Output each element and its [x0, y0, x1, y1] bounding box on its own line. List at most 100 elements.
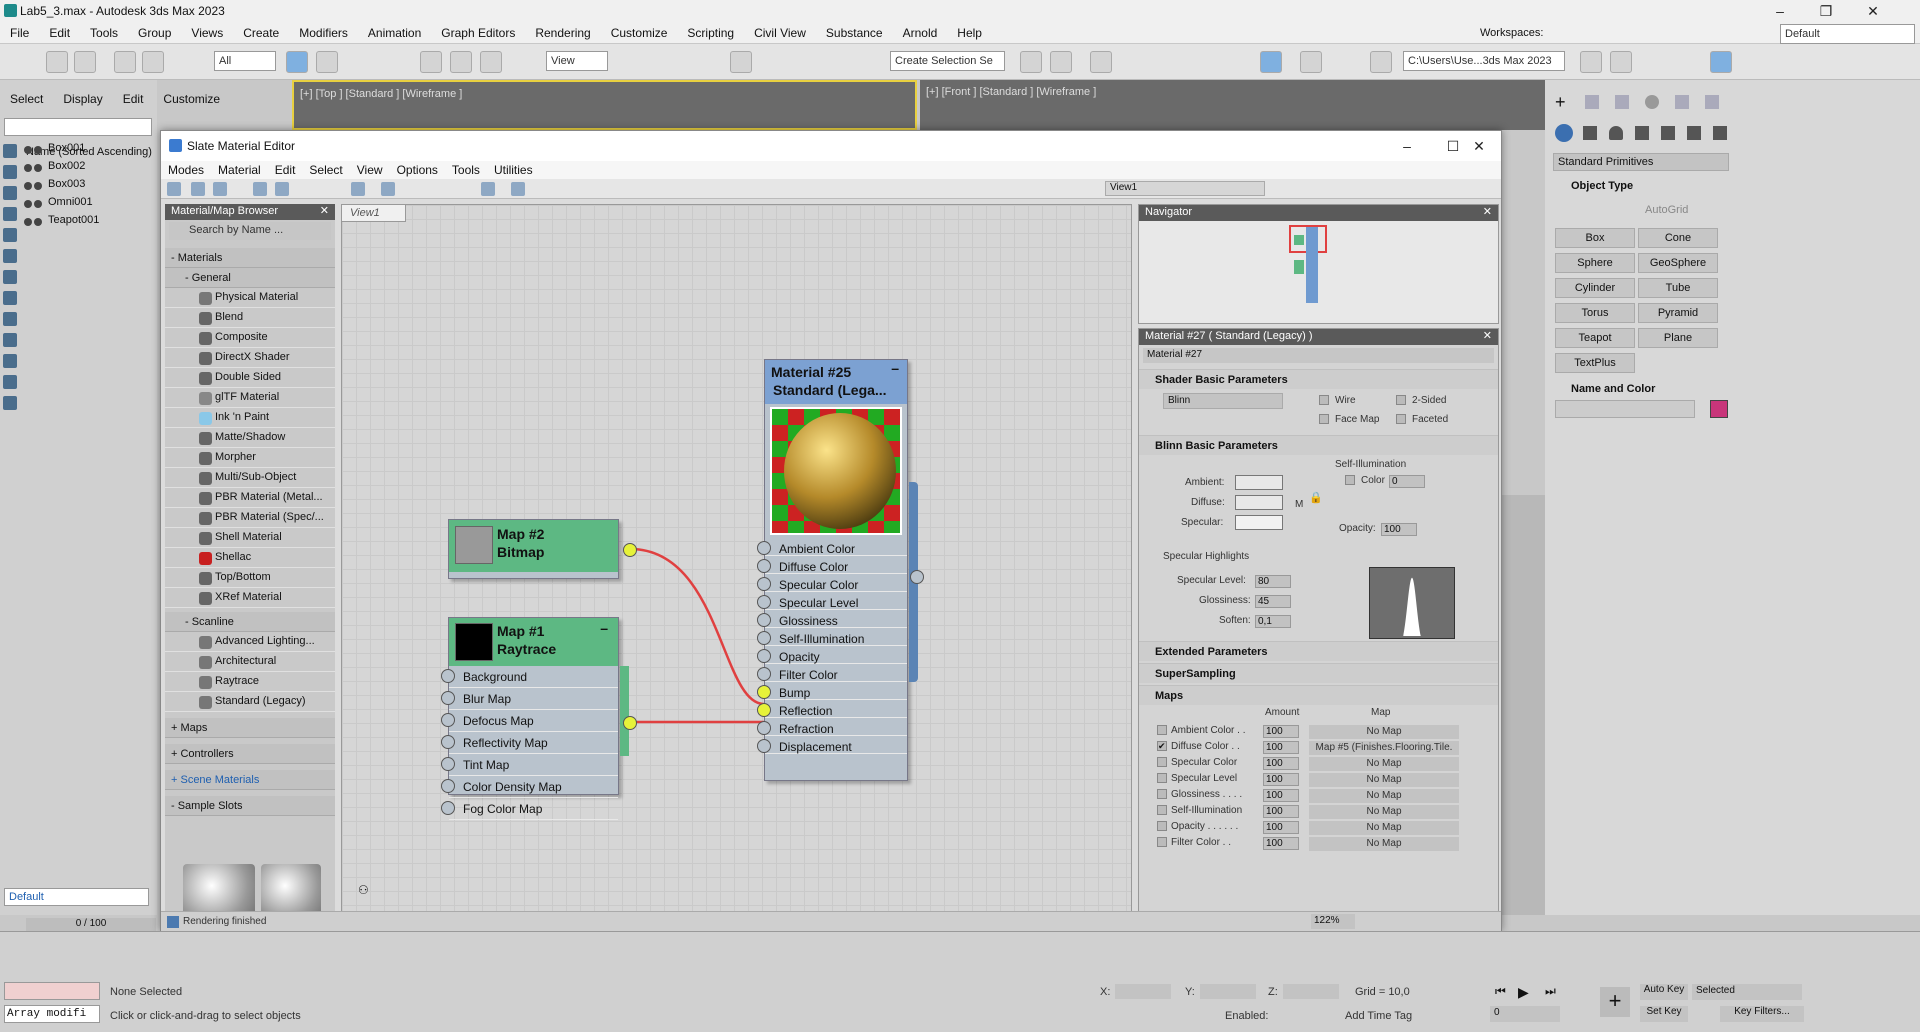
map-slot-button[interactable]: No Map	[1309, 805, 1459, 819]
visibility-icon[interactable]	[24, 182, 32, 190]
input-socket[interactable]	[757, 595, 771, 609]
menu-file[interactable]: File	[0, 24, 39, 42]
material-type-item[interactable]: Matte/Shadow	[165, 428, 335, 448]
node-input-slot[interactable]: Filter Color	[757, 664, 907, 682]
shader-select[interactable]: Blinn	[1163, 393, 1283, 409]
node-material25-header[interactable]: Material #25 Standard (Lega... –	[765, 360, 907, 404]
node-input-slot[interactable]: Self-Illumination	[757, 628, 907, 646]
node-input-slot[interactable]: Diffuse Color	[757, 556, 907, 574]
material-type-item[interactable]: XRef Material	[165, 588, 335, 608]
layer-field[interactable]: Default	[4, 888, 149, 906]
material-type-item[interactable]: PBR Material (Spec/...	[165, 508, 335, 528]
menu-animation[interactable]: Animation	[358, 24, 431, 42]
node-input-slot[interactable]: Specular Level	[757, 592, 907, 610]
select-tool-icon[interactable]	[167, 182, 181, 196]
material-type-item[interactable]: Advanced Lighting...	[165, 632, 335, 652]
general-section[interactable]: - General	[165, 268, 335, 288]
face-map-checkbox[interactable]	[1319, 414, 1329, 424]
freeze-icon[interactable]	[34, 146, 42, 154]
align-icon[interactable]	[1050, 51, 1072, 73]
diffuse-map-button[interactable]: M	[1295, 499, 1303, 510]
sme-menu-select[interactable]: Select	[302, 161, 349, 179]
name-color-title[interactable]: Name and Color	[1571, 383, 1655, 395]
viewport-layout-icon[interactable]	[1710, 51, 1732, 73]
material-type-item[interactable]: Shellac	[165, 548, 335, 568]
input-socket[interactable]	[441, 669, 455, 683]
menu-edit[interactable]: Edit	[39, 24, 80, 42]
material25-collapse-icon[interactable]: –	[891, 360, 899, 376]
tab-display[interactable]: Display	[53, 80, 112, 110]
node-map1-header[interactable]: Map #1 Raytrace –	[449, 618, 618, 666]
container-icon[interactable]	[3, 354, 17, 368]
map-slot-button[interactable]: No Map	[1309, 821, 1459, 835]
shape-icon[interactable]	[3, 186, 17, 200]
pan-icon[interactable]: ⚇	[358, 883, 369, 897]
node-input-slot[interactable]: Specular Color	[757, 574, 907, 592]
selected-select[interactable]: Selected	[1692, 984, 1802, 1000]
toggle-ribbon-icon[interactable]	[1610, 51, 1632, 73]
soften-spinner[interactable]: 0,1	[1255, 615, 1291, 628]
map-enable-checkbox[interactable]	[1157, 725, 1167, 735]
map1-output-socket[interactable]	[623, 716, 637, 730]
menu-views[interactable]: Views	[181, 24, 233, 42]
input-socket[interactable]	[441, 757, 455, 771]
hidden-icon[interactable]	[3, 396, 17, 410]
scene-explorer-icon[interactable]	[1090, 51, 1112, 73]
input-socket[interactable]	[757, 631, 771, 645]
utilities-tab-icon[interactable]	[1705, 95, 1719, 109]
map1-collapse-icon[interactable]: –	[600, 620, 608, 636]
input-socket[interactable]	[441, 779, 455, 793]
input-socket[interactable]	[757, 667, 771, 681]
map-amount-spinner[interactable]: 100	[1263, 773, 1299, 786]
wire-checkbox[interactable]	[1319, 395, 1329, 405]
param-close-icon[interactable]: ✕	[1483, 329, 1492, 342]
create-geosphere-button[interactable]: GeoSphere	[1638, 253, 1718, 273]
browser-close-icon[interactable]: ✕	[320, 204, 329, 217]
scene-object-item[interactable]: Box003	[20, 178, 157, 196]
sme-menu-edit[interactable]: Edit	[268, 161, 303, 179]
input-socket[interactable]	[441, 801, 455, 815]
put-material-icon[interactable]	[213, 182, 227, 196]
key-filters-button[interactable]: Key Filters...	[1720, 1006, 1804, 1022]
map-enable-checkbox[interactable]	[1157, 805, 1167, 815]
menu-scripting[interactable]: Scripting	[677, 24, 744, 42]
scene-object-item[interactable]: Teapot001	[20, 214, 157, 232]
create-textplus-button[interactable]: TextPlus	[1555, 353, 1635, 373]
menu-create[interactable]: Create	[233, 24, 289, 42]
z-coord-field[interactable]	[1283, 984, 1339, 999]
rotate-icon[interactable]	[450, 51, 472, 73]
workspaces-select[interactable]: Default	[1780, 24, 1915, 44]
map-enable-checkbox[interactable]	[1157, 837, 1167, 847]
add-time-tag[interactable]: Add Time Tag	[1345, 1010, 1412, 1022]
project-path[interactable]: C:\Users\Use...3ds Max 2023	[1403, 51, 1565, 71]
xref-icon[interactable]	[3, 312, 17, 326]
node-input-slot[interactable]: Glossiness	[757, 610, 907, 628]
viewport-top[interactable]: [+] [Top ] [Standard ] [Wireframe ]	[292, 80, 917, 130]
object-name-input[interactable]	[1555, 400, 1695, 418]
systems-category-icon[interactable]	[1713, 126, 1727, 140]
node-material25[interactable]: Material #25 Standard (Lega... – Ambient…	[757, 359, 924, 781]
geometry-category-icon[interactable]	[1555, 124, 1573, 142]
view-select[interactable]: View1	[1105, 181, 1265, 196]
render-icon[interactable]	[1370, 51, 1392, 73]
create-sphere-button[interactable]: Sphere	[1555, 253, 1635, 273]
map-enable-checkbox[interactable]	[1157, 757, 1167, 767]
auto-key-button[interactable]: Auto Key	[1640, 984, 1688, 1000]
input-socket[interactable]	[757, 559, 771, 573]
diffuse-swatch[interactable]	[1235, 495, 1283, 510]
map2-output-socket[interactable]	[623, 543, 637, 557]
key-mode-icon[interactable]: +	[1600, 987, 1630, 1017]
current-frame-field[interactable]: 0	[1490, 1006, 1560, 1022]
node-input-slot[interactable]: Fog Color Map	[441, 798, 618, 820]
light-icon[interactable]	[3, 207, 17, 221]
move-children-icon[interactable]	[275, 182, 289, 196]
material-type-item[interactable]: Standard (Legacy)	[165, 692, 335, 712]
viewport-perspective[interactable]	[1502, 495, 1545, 915]
spec-level-spinner[interactable]: 80	[1255, 575, 1291, 588]
map-amount-spinner[interactable]: 100	[1263, 757, 1299, 770]
freeze-icon[interactable]	[34, 164, 42, 172]
link-icon[interactable]	[114, 51, 136, 73]
tab-customize[interactable]: Customize	[153, 80, 230, 110]
warp-icon[interactable]	[3, 270, 17, 284]
blinn-rollout[interactable]: Blinn Basic Parameters	[1139, 435, 1498, 455]
